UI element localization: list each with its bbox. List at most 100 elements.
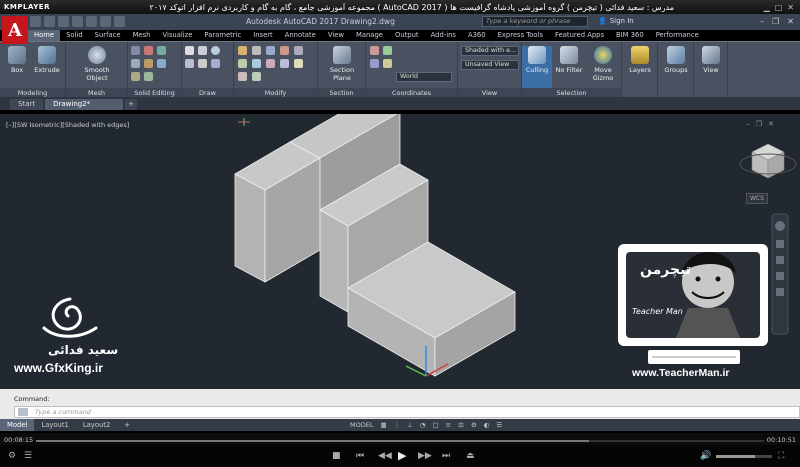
intersect-icon[interactable]	[157, 46, 166, 55]
shell-icon[interactable]	[131, 72, 140, 81]
ucs-3point-icon[interactable]	[370, 59, 379, 68]
sign-in-button[interactable]: 👤 Sign In	[598, 17, 634, 25]
no-filter-button[interactable]: No Filter	[554, 46, 584, 74]
volume-slider[interactable]	[716, 455, 772, 458]
tab-layout1[interactable]: Layout1	[34, 419, 75, 431]
fillet-icon[interactable]	[280, 59, 289, 68]
maximize-icon[interactable]: □	[775, 3, 783, 12]
fullscreen-icon[interactable]: ⛶	[778, 451, 784, 461]
tab-featured-apps[interactable]: Featured Apps	[549, 30, 610, 41]
file-tab-drawing2[interactable]: Drawing2*	[45, 99, 124, 110]
solid-model[interactable]	[234, 114, 516, 377]
view-button[interactable]: View	[696, 46, 726, 74]
forward-icon[interactable]: ▶▶	[418, 451, 432, 461]
tab-express-tools[interactable]: Express Tools	[492, 30, 549, 41]
tab-surface[interactable]: Surface	[89, 30, 127, 41]
smooth-object-button[interactable]: Smooth Object	[82, 46, 112, 82]
settings-icon[interactable]: ⚙	[8, 451, 16, 461]
tab-model[interactable]: Model	[0, 419, 35, 431]
tab-view[interactable]: View	[322, 30, 350, 41]
annotation-scale-icon[interactable]: ⚖	[458, 421, 464, 429]
ortho-icon[interactable]: ⊥	[407, 421, 413, 429]
union-icon[interactable]	[131, 46, 140, 55]
close-icon[interactable]: ✕	[787, 3, 794, 12]
play-icon[interactable]: ▶	[398, 449, 406, 462]
new-tab-button[interactable]: +	[125, 99, 138, 110]
viewcube[interactable]	[739, 143, 797, 179]
seek-bar[interactable]	[36, 440, 764, 442]
named-view-dropdown[interactable]: Unsaved View	[461, 60, 519, 70]
tab-bim-360[interactable]: BIM 360	[610, 30, 650, 41]
minimize-icon[interactable]: –	[760, 17, 764, 26]
application-menu-button[interactable]: A	[2, 16, 28, 44]
tab-visualize[interactable]: Visualize	[156, 30, 198, 41]
volume-icon[interactable]: 🔊	[700, 451, 711, 461]
tab-a360[interactable]: A360	[462, 30, 492, 41]
navigation-bar[interactable]	[771, 213, 789, 335]
layers-button[interactable]: Layers	[625, 46, 655, 74]
tab-insert[interactable]: Insert	[247, 30, 279, 41]
command-icon[interactable]	[18, 408, 28, 416]
section-plane-button[interactable]: Section Plane	[327, 46, 357, 82]
osnap-icon[interactable]: □	[432, 421, 438, 429]
customize-icon[interactable]: ☰	[496, 421, 502, 429]
box-button[interactable]: Box	[2, 46, 32, 74]
open-icon[interactable]	[44, 16, 55, 27]
offset-icon[interactable]	[238, 72, 247, 81]
line-icon[interactable]	[185, 46, 194, 55]
next-icon[interactable]: ⏭	[442, 451, 450, 461]
isolate-icon[interactable]: ◐	[484, 421, 490, 429]
erase-icon[interactable]	[294, 59, 303, 68]
extract-edges-icon[interactable]	[131, 59, 140, 68]
imprint-icon[interactable]	[144, 72, 153, 81]
restore-icon[interactable]: ❐	[772, 17, 779, 26]
new-icon[interactable]	[30, 16, 41, 27]
command-input[interactable]: Type a command	[14, 406, 800, 418]
ucs-origin-icon[interactable]	[383, 46, 392, 55]
tab-solid[interactable]: Solid	[60, 30, 89, 41]
ucs-view-icon[interactable]	[383, 59, 392, 68]
mirror-icon[interactable]	[280, 46, 289, 55]
polar-icon[interactable]: ◔	[420, 421, 426, 429]
move-gizmo-button[interactable]: Move Gizmo	[588, 46, 618, 82]
tab-home[interactable]: Home	[28, 30, 61, 41]
subtract-icon[interactable]	[144, 46, 153, 55]
add-layout-button[interactable]: +	[117, 419, 137, 431]
scale-icon[interactable]	[238, 59, 247, 68]
model-space-button[interactable]: MODEL	[350, 421, 373, 429]
circle-icon[interactable]	[211, 46, 220, 55]
close-icon[interactable]: ✕	[787, 17, 794, 26]
search-input[interactable]: Type a keyword or phrase	[482, 16, 588, 27]
eject-icon[interactable]: ⏏	[466, 451, 475, 461]
redo-icon[interactable]	[114, 16, 125, 27]
workspace-icon[interactable]: ⚙	[471, 421, 477, 429]
culling-button[interactable]: Culling	[522, 46, 552, 90]
wcs-menu[interactable]: WCS	[746, 193, 768, 204]
stretch-icon[interactable]	[294, 46, 303, 55]
save-icon[interactable]	[58, 16, 69, 27]
tab-output[interactable]: Output	[389, 30, 425, 41]
tab-layout2[interactable]: Layout2	[76, 419, 117, 431]
tab-annotate[interactable]: Annotate	[279, 30, 322, 41]
file-tab-start[interactable]: Start	[10, 99, 44, 110]
tab-mesh[interactable]: Mesh	[127, 30, 157, 41]
undo-icon[interactable]	[100, 16, 111, 27]
polyline-icon[interactable]	[198, 46, 207, 55]
groups-button[interactable]: Groups	[661, 46, 691, 74]
minimize-icon[interactable]: ▁	[764, 3, 770, 12]
grid-icon[interactable]: ▦	[380, 421, 386, 429]
move-icon[interactable]	[238, 46, 247, 55]
stop-icon[interactable]: ■	[332, 451, 341, 461]
ucs-icon[interactable]	[370, 46, 379, 55]
arc-icon[interactable]	[185, 59, 194, 68]
print-icon[interactable]	[86, 16, 97, 27]
explode-icon[interactable]	[252, 72, 261, 81]
copy-icon[interactable]	[266, 46, 275, 55]
tab-add-ins[interactable]: Add-ins	[425, 30, 462, 41]
extrude-button[interactable]: Extrude	[32, 46, 62, 74]
visual-style-dropdown[interactable]: Shaded with e...	[461, 46, 519, 56]
array-icon[interactable]	[252, 59, 261, 68]
tab-parametric[interactable]: Parametric	[198, 30, 247, 41]
tab-performance[interactable]: Performance	[650, 30, 705, 41]
lineweight-icon[interactable]: ≡	[446, 421, 451, 429]
